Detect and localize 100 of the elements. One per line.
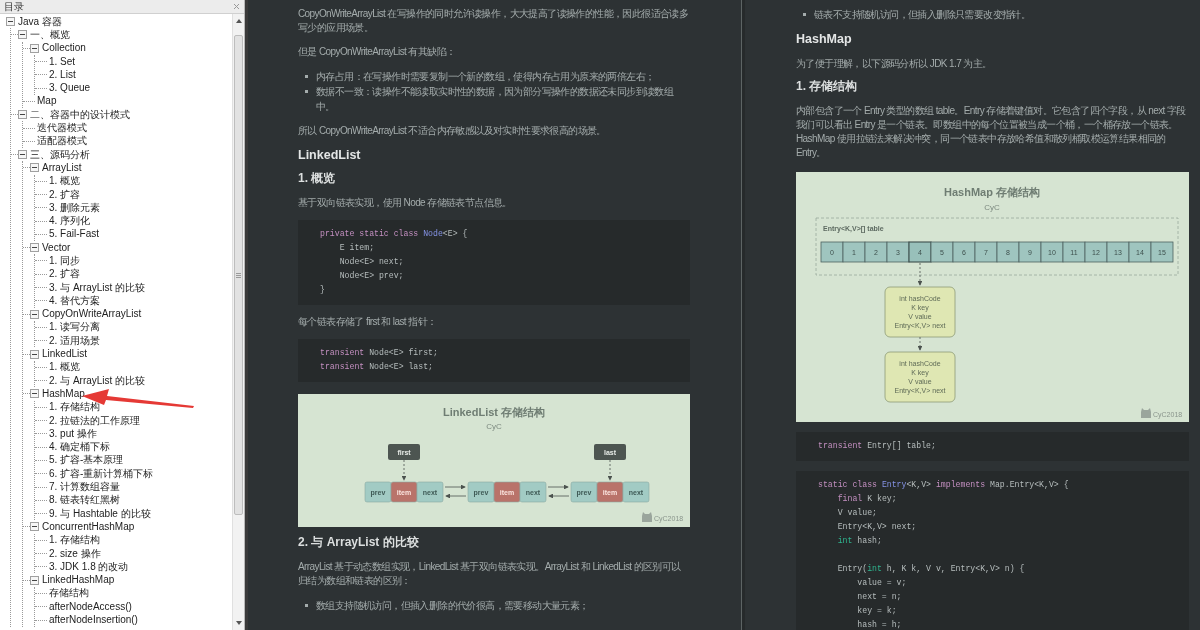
- paragraph: 为了便于理解，以下源码分析以 JDK 1.7 为主。: [796, 57, 993, 71]
- tree-item[interactable]: 5. 扩容-基本原理: [49, 455, 124, 466]
- subsection-heading: 2. 与 ArrayList 的比较: [298, 535, 420, 550]
- tree-item[interactable]: 1. 概览: [49, 362, 81, 373]
- tree-item[interactable]: 适配器模式: [37, 136, 87, 147]
- link-arrows: [444, 484, 467, 499]
- scroll-down-icon[interactable]: [235, 621, 242, 625]
- tree-item[interactable]: 三、源码分析: [30, 149, 90, 160]
- subsection-heading: 1. 概览: [298, 171, 337, 186]
- cat-icon: [642, 512, 652, 522]
- grip-icon: [236, 272, 241, 278]
- figure-title: HashMap 存储结构: [944, 186, 1040, 198]
- figure-title: LinkedList 存储结构: [442, 406, 546, 418]
- collapse-toggle[interactable]: [30, 163, 39, 173]
- bullet-icon: [305, 604, 308, 607]
- code-line: Node<E> next;: [338, 256, 405, 268]
- section-heading: HashMap: [796, 31, 853, 47]
- tree-item[interactable]: 2. size 操作: [49, 548, 101, 559]
- list-item: 数组支持随机访问，但插入删除的代价很高，需要移动大量元素；: [316, 599, 589, 613]
- tree-item[interactable]: Java 容器: [18, 16, 62, 27]
- paragraph: ArrayList 基于动态数组实现，LinkedList 基于双向链表实现。ArrayList 和 LinkedList 的区别可以归结为数组和链表的区别：: [298, 560, 682, 588]
- code-line: transient Node<E> first;: [320, 347, 439, 359]
- tree-item[interactable]: 9. 与 Hashtable 的比较: [49, 508, 151, 519]
- tree-item[interactable]: 4. 确定桶下标: [49, 442, 111, 453]
- collapse-toggle[interactable]: [30, 389, 39, 399]
- collapse-toggle[interactable]: [30, 43, 39, 53]
- tree-item[interactable]: 6. 扩容-重新计算桶下标: [49, 468, 154, 479]
- subsection-heading: 1. 存储结构: [796, 79, 859, 94]
- collapse-toggle[interactable]: [18, 30, 27, 40]
- code-line: Entry<K,V> next;: [836, 521, 918, 533]
- tree-item[interactable]: 1. 读写分离: [49, 322, 101, 333]
- tree-item[interactable]: 二、容器中的设计模式: [30, 109, 130, 120]
- paragraph: 基于双向链表实现，使用 Node 存储链表节点信息。: [298, 196, 513, 210]
- tree-item[interactable]: 迭代器模式: [37, 123, 87, 133]
- tree-item[interactable]: HashMap: [42, 388, 85, 399]
- list-item: 内存占用：在写操作时需要复制一个新的数组，使得内存占用为原来的两倍左右；: [316, 70, 655, 84]
- tree-item[interactable]: 一、概览: [30, 29, 70, 40]
- collapse-toggle[interactable]: [30, 309, 39, 319]
- code-line: key = k;: [856, 605, 898, 617]
- cat-icon: [1141, 408, 1151, 418]
- tree-item[interactable]: LinkedList: [42, 349, 88, 360]
- tree-item[interactable]: 8. 链表转红黑树: [49, 495, 121, 506]
- collapse-toggle[interactable]: [18, 150, 27, 160]
- code-line: private static class Node<E> {: [320, 228, 469, 240]
- tree-item[interactable]: 4. 替代方案: [49, 295, 101, 306]
- tree-item[interactable]: 1. 存储结构: [49, 535, 101, 546]
- paragraph: CopyOnWriteArrayList 在写操作的同时允许读操作，大大提高了读操作的性能，因此很适合读多写少的应用场景。: [298, 7, 690, 35]
- tree-item[interactable]: LinkedHashMap: [42, 575, 115, 586]
- tree-item[interactable]: afterNodeInsertion(): [49, 615, 138, 625]
- bullet-icon: [305, 90, 308, 93]
- tree-item[interactable]: 2. 适用场景: [49, 335, 101, 346]
- tree-item[interactable]: 3. 与 ArrayList 的比较: [49, 282, 146, 293]
- scroll-up-icon[interactable]: [235, 19, 242, 23]
- paragraph: 每个链表存储了 first 和 last 指针：: [298, 315, 438, 329]
- collapse-toggle[interactable]: [30, 575, 39, 585]
- code-line: next = n;: [856, 591, 903, 603]
- figure-subtitle: CyC: [486, 422, 502, 431]
- collapse-toggle[interactable]: [18, 110, 27, 120]
- code-line: V value;: [836, 507, 878, 519]
- tree-item[interactable]: 3. JDK 1.8 的改动: [49, 561, 129, 572]
- list-item: 数据不一致：读操作不能读取实时性的数据，因为部分写操作的数据还未同步到读数组中。: [316, 85, 675, 114]
- bullet-icon: [803, 13, 806, 16]
- tree-item[interactable]: 2. 与 ArrayList 的比较: [49, 375, 146, 386]
- tree-item[interactable]: 2. List: [49, 69, 76, 80]
- tree-item[interactable]: Collection: [42, 43, 86, 54]
- tree-item[interactable]: 1. Set: [49, 56, 76, 67]
- tree-item[interactable]: ArrayList: [42, 162, 82, 173]
- tree-item[interactable]: 2. 扩容: [49, 189, 81, 200]
- tree-item[interactable]: CopyOnWriteArrayList: [42, 309, 142, 320]
- scrollbar-thumb[interactable]: [234, 35, 243, 515]
- tree-item[interactable]: 7. 计算数组容量: [49, 482, 121, 493]
- tree-item[interactable]: 1. 存储结构: [49, 402, 101, 413]
- code-line: }: [320, 284, 326, 296]
- tree-item[interactable]: 2. 拉链法的工作原理: [49, 415, 141, 426]
- tree-item[interactable]: 3. put 操作: [49, 428, 97, 439]
- code-line: E item;: [338, 242, 376, 254]
- tree-item[interactable]: 1. 概览: [49, 176, 81, 187]
- tree-item[interactable]: ConcurrentHashMap: [42, 521, 135, 532]
- tree-item[interactable]: 4. 序列化: [49, 216, 91, 227]
- paragraph: 所以 CopyOnWriteArrayList 不适合内存敏感以及对实时性要求很高的场景。: [298, 124, 607, 138]
- code-line: final K key;: [836, 493, 898, 505]
- code-line: hash = h;: [856, 619, 903, 630]
- link-arrows: [547, 484, 570, 499]
- code-line: transient Entry[] table;: [818, 440, 937, 452]
- paragraph: 但是 CopyOnWriteArrayList 有其缺陷：: [298, 45, 457, 59]
- tree-item[interactable]: 5. Fail-Fast: [49, 229, 99, 240]
- bullet-icon: [305, 75, 308, 78]
- tree-item[interactable]: 1. 同步: [49, 256, 81, 266]
- tree-item[interactable]: 存储结构: [49, 588, 89, 599]
- code-line: transient Node<E> last;: [320, 361, 435, 373]
- tree-item[interactable]: afterNodeAccess(): [49, 601, 132, 612]
- tree-item[interactable]: Map: [37, 96, 57, 107]
- collapse-toggle[interactable]: [30, 349, 39, 359]
- tree-item[interactable]: 3. 删除元素: [49, 202, 101, 213]
- collapse-toggle[interactable]: [30, 243, 39, 253]
- collapse-toggle[interactable]: [6, 17, 15, 27]
- collapse-toggle[interactable]: [30, 522, 39, 532]
- tree-item[interactable]: Vector: [42, 242, 71, 253]
- tree-item[interactable]: 3. Queue: [49, 83, 91, 94]
- tree-item[interactable]: 2. 扩容: [49, 269, 81, 280]
